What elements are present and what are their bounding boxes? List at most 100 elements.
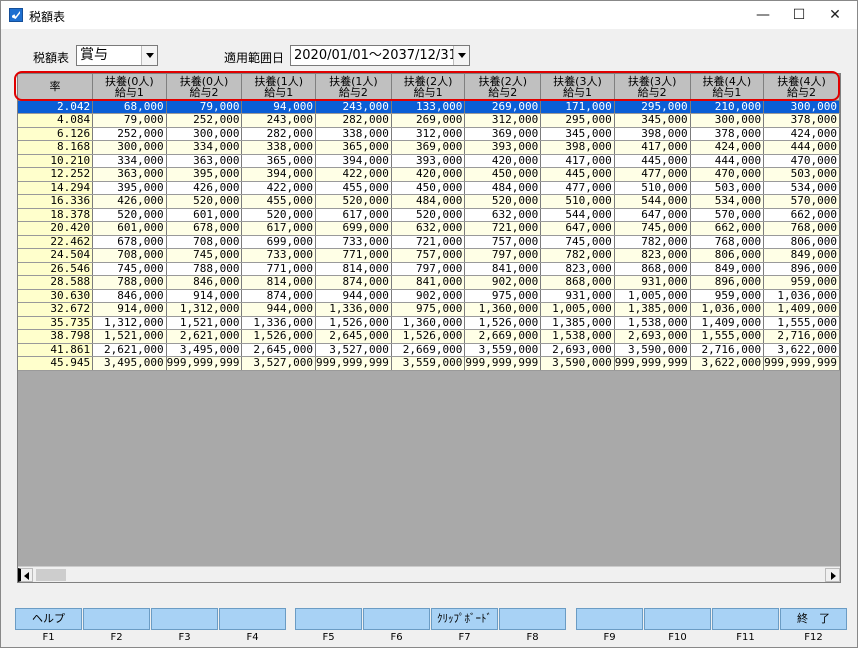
amount-cell[interactable]: 944,000 xyxy=(315,289,392,303)
amount-cell[interactable]: 959,000 xyxy=(763,275,840,290)
table-row[interactable]: 20.420 601,000 678,000 617,000 699,000 632,00… xyxy=(18,221,840,236)
table-row[interactable]: 18.378 520,000 601,000 520,000 617,000 520,00… xyxy=(18,208,840,222)
table-row[interactable]: 16.336 426,000 520,000 455,000 520,000 484,00… xyxy=(18,194,840,209)
amount-cell[interactable]: 426,000 xyxy=(166,181,243,195)
rate-cell[interactable]: 30.630 xyxy=(18,289,94,303)
amount-cell[interactable]: 823,000 xyxy=(540,262,615,276)
rate-cell[interactable]: 22.462 xyxy=(18,235,94,249)
function-key-f1[interactable]: ヘルプ xyxy=(15,608,82,630)
amount-cell[interactable]: 394,000 xyxy=(315,154,392,168)
table-row[interactable]: 6.126 252,000 300,000 282,000 338,000 312,000… xyxy=(18,127,840,141)
rate-cell[interactable]: 14.294 xyxy=(18,181,94,195)
amount-cell[interactable]: 477,000 xyxy=(614,167,691,182)
amount-cell[interactable]: 520,000 xyxy=(391,208,466,222)
amount-cell[interactable]: 420,000 xyxy=(464,154,542,168)
table-row[interactable]: 22.462 678,000 708,000 699,000 733,000 721,00… xyxy=(18,235,840,249)
table-row[interactable]: 14.294 395,000 426,000 422,000 455,000 450,00… xyxy=(18,181,840,195)
amount-cell[interactable]: 3,590,000 xyxy=(540,356,615,371)
amount-cell[interactable]: 534,000 xyxy=(763,181,840,195)
amount-cell[interactable]: 369,000 xyxy=(464,127,542,141)
amount-cell[interactable]: 999,999,999 xyxy=(763,356,840,371)
amount-cell[interactable]: 699,000 xyxy=(315,221,392,236)
amount-cell[interactable]: 338,000 xyxy=(315,127,392,141)
amount-cell[interactable]: 975,000 xyxy=(464,289,542,303)
tax-grid[interactable]: 率扶養(0人) 給与1 扶養(0人) 給与2 扶養(1人) 給与1 扶養(1人) 給与2 扶養(… xyxy=(17,73,841,583)
amount-cell[interactable]: 570,000 xyxy=(763,194,840,209)
amount-cell[interactable]: 503,000 xyxy=(690,181,765,195)
function-key-f2[interactable] xyxy=(83,608,150,630)
amount-cell[interactable]: 868,000 xyxy=(614,262,691,276)
amount-cell[interactable]: 849,000 xyxy=(763,248,840,263)
amount-cell[interactable]: 768,000 xyxy=(763,221,840,236)
amount-cell[interactable]: 699,000 xyxy=(241,235,316,249)
amount-cell[interactable]: 678,000 xyxy=(166,221,243,236)
amount-cell[interactable]: 601,000 xyxy=(166,208,243,222)
amount-cell[interactable]: 520,000 xyxy=(464,194,542,209)
rate-cell[interactable]: 18.378 xyxy=(18,208,94,222)
column-header[interactable]: 扶養(1人) 給与1 xyxy=(241,74,316,101)
rate-cell[interactable]: 12.252 xyxy=(18,167,94,182)
amount-cell[interactable]: 944,000 xyxy=(241,302,316,317)
function-key-f6[interactable] xyxy=(363,608,430,630)
rate-cell[interactable]: 26.546 xyxy=(18,262,94,276)
amount-cell[interactable]: 788,000 xyxy=(166,262,243,276)
amount-cell[interactable]: 3,559,000 xyxy=(391,356,466,371)
amount-cell[interactable]: 617,000 xyxy=(241,221,316,236)
amount-cell[interactable]: 334,000 xyxy=(166,140,243,155)
amount-cell[interactable]: 1,526,000 xyxy=(241,329,316,344)
amount-cell[interactable]: 745,000 xyxy=(614,221,691,236)
amount-cell[interactable]: 2,621,000 xyxy=(92,343,167,357)
amount-cell[interactable]: 814,000 xyxy=(315,262,392,276)
amount-cell[interactable]: 398,000 xyxy=(614,127,691,141)
amount-cell[interactable]: 999,999,999 xyxy=(315,356,392,371)
amount-cell[interactable]: 363,000 xyxy=(92,167,167,182)
table-row[interactable]: 30.630 846,000 914,000 874,000 944,000 902,00… xyxy=(18,289,840,303)
amount-cell[interactable]: 395,000 xyxy=(166,167,243,182)
amount-cell[interactable]: 1,312,000 xyxy=(166,302,243,317)
amount-cell[interactable]: 1,526,000 xyxy=(391,329,466,344)
amount-cell[interactable]: 678,000 xyxy=(92,235,167,249)
table-row[interactable]: 45.945 3,495,000 999,999,999 3,527,000 999,9… xyxy=(18,356,840,371)
amount-cell[interactable]: 721,000 xyxy=(391,235,466,249)
amount-cell[interactable]: 79,000 xyxy=(166,100,243,114)
rate-cell[interactable]: 28.588 xyxy=(18,275,94,290)
amount-cell[interactable]: 896,000 xyxy=(763,262,840,276)
amount-cell[interactable]: 345,000 xyxy=(540,127,615,141)
amount-cell[interactable]: 823,000 xyxy=(614,248,691,263)
rate-cell[interactable]: 8.168 xyxy=(18,140,94,155)
amount-cell[interactable]: 503,000 xyxy=(763,167,840,182)
amount-cell[interactable]: 422,000 xyxy=(241,181,316,195)
amount-cell[interactable]: 896,000 xyxy=(690,275,765,290)
amount-cell[interactable]: 282,000 xyxy=(241,127,316,141)
amount-cell[interactable]: 3,590,000 xyxy=(614,343,691,357)
amount-cell[interactable]: 797,000 xyxy=(464,248,542,263)
amount-cell[interactable]: 632,000 xyxy=(464,208,542,222)
table-row[interactable]: 38.798 1,521,000 2,621,000 1,526,000 2,645,0… xyxy=(18,329,840,344)
amount-cell[interactable]: 708,000 xyxy=(166,235,243,249)
amount-cell[interactable]: 334,000 xyxy=(92,154,167,168)
column-header[interactable]: 扶養(3人) 給与1 xyxy=(540,74,615,101)
amount-cell[interactable]: 841,000 xyxy=(391,275,466,290)
table-row[interactable]: 28.588 788,000 846,000 814,000 874,000 841,00… xyxy=(18,275,840,290)
amount-cell[interactable]: 1,336,000 xyxy=(241,316,316,330)
amount-cell[interactable]: 2,669,000 xyxy=(464,329,542,344)
amount-cell[interactable]: 300,000 xyxy=(92,140,167,155)
amount-cell[interactable]: 1,360,000 xyxy=(464,302,542,317)
amount-cell[interactable]: 1,526,000 xyxy=(315,316,392,330)
amount-cell[interactable]: 300,000 xyxy=(763,100,840,114)
column-header[interactable]: 扶養(1人) 給与2 xyxy=(315,74,392,101)
column-header[interactable]: 扶養(0人) 給与1 xyxy=(92,74,167,101)
range-select[interactable]: 2020/01/01〜2037/12/31 xyxy=(290,45,470,66)
amount-cell[interactable]: 2,669,000 xyxy=(391,343,466,357)
amount-cell[interactable]: 601,000 xyxy=(92,221,167,236)
amount-cell[interactable]: 417,000 xyxy=(614,140,691,155)
horizontal-scrollbar[interactable] xyxy=(18,566,840,582)
table-row[interactable]: 8.168 300,000 334,000 338,000 365,000 369,000… xyxy=(18,140,840,155)
amount-cell[interactable]: 662,000 xyxy=(763,208,840,222)
amount-cell[interactable]: 959,000 xyxy=(690,289,765,303)
function-key-f3[interactable] xyxy=(151,608,218,630)
amount-cell[interactable]: 931,000 xyxy=(540,289,615,303)
amount-cell[interactable]: 849,000 xyxy=(690,262,765,276)
amount-cell[interactable]: 874,000 xyxy=(241,289,316,303)
table-row[interactable]: 24.504 708,000 745,000 733,000 771,000 757,00… xyxy=(18,248,840,263)
